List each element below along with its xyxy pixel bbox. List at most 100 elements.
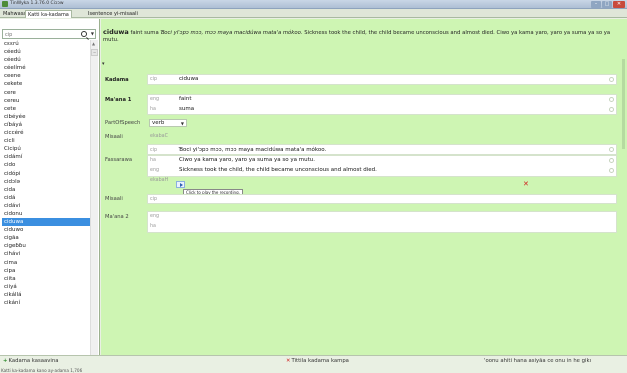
- ws-cip: cip: [150, 197, 158, 202]
- play-recording-button[interactable]: [176, 181, 185, 188]
- tab-isentence[interactable]: Isentence yi-misaali: [86, 10, 140, 18]
- word-list-item[interactable]: cipa: [2, 267, 90, 275]
- word-list-item[interactable]: ciita: [2, 275, 90, 283]
- scrollbar-thumb[interactable]: [622, 59, 625, 149]
- preview-headword: ciduwa: [103, 28, 129, 36]
- word-list-item[interactable]: cíbáyá: [2, 121, 90, 129]
- close-button[interactable]: ✕: [613, 1, 625, 8]
- word-list-item[interactable]: Cicipú: [2, 145, 90, 153]
- search-input[interactable]: [5, 31, 75, 38]
- maximize-button[interactable]: □: [602, 1, 612, 8]
- word-list-item[interactable]: cicli: [2, 137, 90, 145]
- word-list-item[interactable]: céelímé: [2, 64, 90, 72]
- list-scrollbar[interactable]: ▲ −: [90, 40, 98, 359]
- add-entry-button[interactable]: +Kadama kasaavina: [3, 358, 58, 364]
- field-options-icon[interactable]: [609, 158, 614, 163]
- word-list-item[interactable]: ciduwo: [2, 226, 90, 234]
- word-list: cɛɛrú céedú céedú céelímé ceene cekete cere cer…: [2, 40, 90, 362]
- label-meaning1: Ma'ana 1: [105, 97, 132, 103]
- word-list-item[interactable]: cɛɛrú: [2, 40, 90, 48]
- delete-entry-label: Tittila kadama kampa: [291, 358, 349, 364]
- word-list-item[interactable]: cigãa: [2, 234, 90, 242]
- tab-bar: Mahwasari Katti ka-kadama Isentence yi-m…: [0, 9, 627, 18]
- word-list-item[interactable]: cidá: [2, 194, 90, 202]
- word-list-item[interactable]: cete: [2, 105, 90, 113]
- ws-cip: cip: [150, 148, 158, 153]
- part-of-speech-select[interactable]: verb ▼: [149, 119, 187, 127]
- field-options-icon[interactable]: [609, 77, 614, 82]
- field-options-icon[interactable]: [609, 147, 614, 152]
- ws-ha: ha: [150, 158, 156, 163]
- chevron-down-icon[interactable]: ▼: [91, 31, 94, 36]
- example2-field[interactable]: [147, 194, 617, 204]
- tab-katti-ka-kadama[interactable]: Katti ka-kadama: [25, 10, 72, 18]
- word-list-item[interactable]: céedú: [2, 56, 90, 64]
- plus-icon: +: [3, 358, 8, 364]
- field-options-icon[interactable]: [609, 168, 614, 173]
- label-fassarawa: Fassarawa: [105, 157, 133, 163]
- translation-ha[interactable]: Ciwo ya kama yaro, yaro ya suma ya so ya…: [179, 157, 315, 163]
- word-list-item[interactable]: ciduwa: [2, 218, 90, 227]
- word-list-item[interactable]: céedú: [2, 48, 90, 56]
- word-list-item[interactable]: cikállá: [2, 291, 90, 299]
- entry-preview: ciduwa faint suma Ɓoci yi'ɔpɔ mɔɔ, mɔɔ m…: [103, 29, 615, 44]
- word-list-item[interactable]: cido: [2, 161, 90, 169]
- meaning1-eng[interactable]: faint: [179, 96, 191, 102]
- word-list-item[interactable]: cida: [2, 186, 90, 194]
- word-list-item[interactable]: cibéyée: [2, 113, 90, 121]
- show-all-link[interactable]: 'oonu ahiti hana asiyãa ce onu in he gik…: [484, 358, 591, 364]
- word-list-item[interactable]: ciiyá: [2, 283, 90, 291]
- collapse-toggle-icon[interactable]: [101, 61, 107, 67]
- label-misaali: Misaali: [105, 134, 123, 140]
- word-list-item[interactable]: cikání: [2, 299, 90, 307]
- ws-eng: eng: [150, 214, 160, 219]
- word-list-item[interactable]: cidámí: [2, 153, 90, 161]
- word-list-item[interactable]: cima: [2, 259, 90, 267]
- chevron-down-icon: ▼: [180, 121, 184, 126]
- status-text: Katti ka-kadama kano ay-adama 1,706: [1, 368, 83, 373]
- preview-example: Ɓoci yi'ɔpɔ mɔɔ, mɔɔ maya macidúwa mata'…: [160, 30, 303, 36]
- word-list-item[interactable]: cidɔlə: [2, 178, 90, 186]
- word-list-item[interactable]: cere: [2, 89, 90, 97]
- delete-recording-icon[interactable]: ✕: [523, 180, 529, 188]
- word-list-item[interactable]: cigeɓɓu: [2, 242, 90, 250]
- meaning1-ha[interactable]: suma: [179, 106, 194, 112]
- example-cip[interactable]: Ɓoci yi'ɔpɔ mɔɔ, mɔɔ maya macidúwa mata'…: [179, 147, 326, 153]
- meaning1-field[interactable]: [147, 94, 617, 115]
- search-icon[interactable]: [81, 31, 87, 37]
- search-field[interactable]: ▼: [2, 29, 96, 39]
- label-misaali-2: Misaali: [105, 196, 123, 202]
- minimize-button[interactable]: –: [591, 1, 601, 8]
- ws-ekabac: ekabaC: [150, 134, 168, 139]
- entry-editor: ciduwa faint suma Ɓoci yi'ɔpɔ mɔɔ, mɔɔ m…: [101, 19, 627, 355]
- word-list-item[interactable]: cihávi: [2, 250, 90, 258]
- word-list-item[interactable]: cidávi: [2, 202, 90, 210]
- word-list-item[interactable]: cereu: [2, 97, 90, 105]
- app-icon: [2, 1, 8, 7]
- ws-ekabah: ekabaH: [150, 178, 169, 183]
- delete-icon: ✕: [286, 358, 291, 364]
- add-entry-label: Kadama kasaavina: [8, 358, 59, 364]
- word-list-panel: ▼ cɛɛrúcéedúcéedúcéelíméceeneceketecerec…: [0, 19, 100, 359]
- preview-gloss-ha: suma: [144, 30, 159, 36]
- kadama-field[interactable]: [147, 74, 617, 85]
- delete-entry-button[interactable]: ✕Tittila kadama kampa: [286, 358, 349, 364]
- word-list-item[interactable]: cekete: [2, 80, 90, 88]
- field-options-icon[interactable]: [609, 107, 614, 112]
- scroll-minus-icon[interactable]: −: [91, 49, 98, 56]
- ws-ha: ha: [150, 224, 156, 229]
- field-options-icon[interactable]: [609, 97, 614, 102]
- label-part-of-speech: PartOfSpeech: [105, 120, 141, 126]
- word-list-item[interactable]: cidópi: [2, 170, 90, 178]
- ws-eng: eng: [150, 168, 160, 173]
- kadama-value[interactable]: ciduwa: [179, 76, 198, 82]
- word-list-item[interactable]: ciccéré: [2, 129, 90, 137]
- scroll-up-icon[interactable]: ▲: [92, 41, 95, 46]
- bottom-toolbar: +Kadama kasaavina ✕Tittila kadama kampa …: [0, 355, 627, 373]
- word-list-item[interactable]: ceene: [2, 72, 90, 80]
- editor-scrollbar[interactable]: [620, 49, 627, 199]
- word-list-item[interactable]: cidonu: [2, 210, 90, 218]
- meaning2-field[interactable]: [147, 211, 617, 233]
- translation-eng[interactable]: Sickness took the child, the child becam…: [179, 167, 377, 173]
- ws-eng: eng: [150, 97, 160, 102]
